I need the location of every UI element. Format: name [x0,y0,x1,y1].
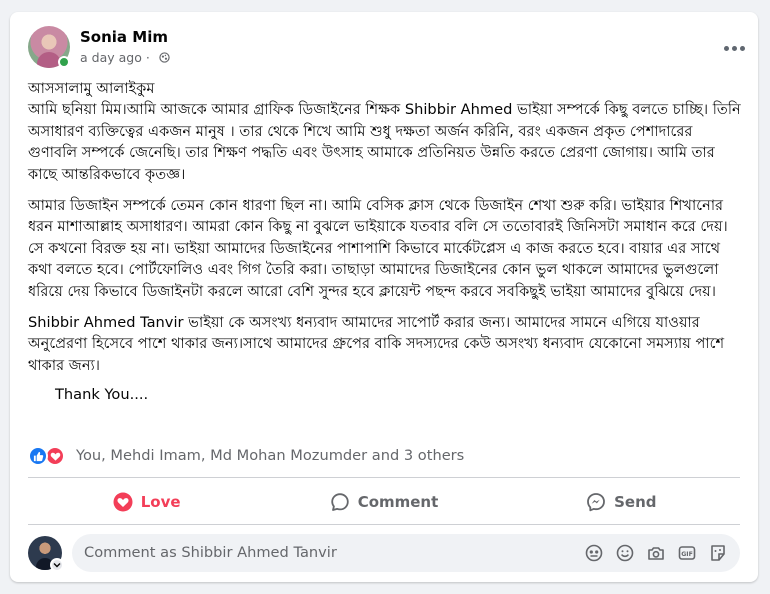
reaction-names[interactable]: You, Mehdi Imam, Md Mohan Mozumder and 3… [76,447,464,464]
post-actions: Love Comment Send [28,482,740,522]
avatar-sticker-icon[interactable] [584,543,604,563]
send-label[interactable]: Send [614,493,656,511]
sticker-icon[interactable] [708,543,728,563]
post-card: Sonia Mim a day ago · আসসালামু আলাইকুম আ… [10,12,758,582]
author-name[interactable]: Sonia Mim [80,28,168,46]
paragraph-1-text: আমি ছনিয়া মিম।আমি আজকে আমার গ্রাফিক ডিজ… [28,101,741,183]
audience-icon [159,52,170,63]
like-icon [28,446,48,466]
comment-placeholder: Comment as Shibbir Ahmed Tanvir [84,544,337,561]
post-time-text[interactable]: a day ago · [80,50,150,65]
post-paragraph-1: আসসালামু আলাইকুম আমি ছনিয়া মিম।আমি আজকে… [28,78,744,185]
greeting-line: আসসালামু আলাইকুম [28,80,155,97]
comment-tools: GIF [573,543,728,563]
comment-label[interactable]: Comment [358,493,439,511]
post-text: আসসালামু আলাইকুম আমি ছনিয়া মিম।আমি আজকে… [28,78,744,406]
reaction-summary[interactable]: You, Mehdi Imam, Md Mohan Mozumder and 3… [28,444,740,468]
more-options-button[interactable] [716,30,752,66]
send-button[interactable]: Send [503,482,740,522]
post-paragraph-2: আমার ডিজাইন সম্পর্কে তেমন কোন ধারণা ছিল … [28,197,728,300]
post-timestamp[interactable]: a day ago · [80,50,170,65]
divider-bottom [28,524,740,525]
love-button[interactable]: Love [28,482,265,522]
emoji-icon[interactable] [615,543,635,563]
post-paragraph-3: Shibbir Ahmed Tanvir ভাইয়া কে অসংখ্য ধন… [28,314,725,374]
reaction-icons[interactable] [28,446,72,466]
camera-icon[interactable] [646,543,666,563]
divider-top [28,477,740,478]
post-closing: Thank You.... [55,386,149,404]
post-header: Sonia Mim a day ago · [28,24,745,70]
more-icon-dot [731,45,737,51]
gif-icon[interactable]: GIF [677,543,697,563]
more-icon-dot [739,45,745,51]
svg-text:GIF: GIF [681,551,693,558]
comment-button[interactable]: Comment [265,482,502,522]
messenger-icon [587,493,606,512]
love-icon [113,492,133,512]
online-status-icon [58,56,70,68]
comment-composer: Comment as Shibbir Ahmed Tanvir GIF [28,534,740,574]
love-label[interactable]: Love [141,493,181,511]
more-icon-dot [723,45,729,51]
comment-icon [330,493,349,511]
love-icon [45,446,65,466]
comment-input[interactable]: Comment as Shibbir Ahmed Tanvir GIF [72,534,740,572]
chevron-down-icon[interactable] [50,558,64,572]
